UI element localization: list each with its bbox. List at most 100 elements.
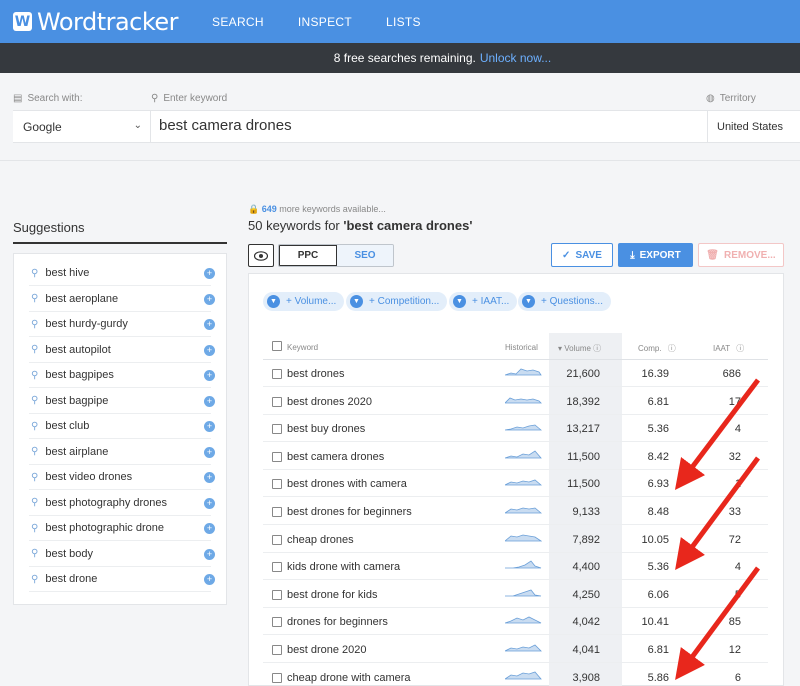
add-icon[interactable]: + [204, 523, 215, 534]
seo-tab[interactable]: SEO [337, 245, 393, 266]
logo-text: Wordtracker [37, 7, 179, 36]
search-icon: ⚲ [31, 318, 39, 330]
table-row[interactable]: best buy drones 13,217 5.36 4 [263, 415, 768, 443]
suggestion-item[interactable]: ⚲ best bagpipe + [29, 389, 215, 414]
engine-select[interactable]: Google ⌄ [13, 111, 151, 142]
col-iaat[interactable]: IAAT ⓘ [713, 343, 744, 354]
ppc-seo-toggle: PPC SEO [278, 244, 394, 267]
table-row[interactable]: best drones 2020 18,392 6.81 17 [263, 388, 768, 415]
suggestion-item[interactable]: ⚲ best drone + [29, 567, 215, 592]
suggestion-item[interactable]: ⚲ best photography drones + [29, 491, 215, 516]
suggestion-item[interactable]: ⚲ best body + [29, 542, 215, 567]
save-button[interactable]: ✓ SAVE [551, 243, 613, 267]
row-checkbox[interactable] [272, 617, 282, 628]
suggestion-item[interactable]: ⚲ best autopilot + [29, 338, 215, 363]
add-icon[interactable]: + [204, 574, 215, 585]
table-row[interactable]: best drones 21,600 16.39 686 [263, 360, 768, 387]
suggestion-item[interactable]: ⚲ best photographic drone + [29, 516, 215, 541]
row-checkbox[interactable] [272, 369, 282, 379]
row-checkbox[interactable] [272, 396, 282, 407]
row-checkbox[interactable] [272, 589, 282, 600]
ppc-tab[interactable]: PPC [279, 245, 337, 266]
keyword-cell[interactable]: drones for beginners [287, 616, 388, 628]
info-icon: ⓘ [593, 344, 602, 353]
more-keywords-note[interactable]: 🔒 649 more keywords available... [248, 204, 386, 215]
volume-cell: 4,250 [572, 588, 600, 601]
historical-sparkline [505, 644, 542, 652]
keyword-cell[interactable]: best drones 2020 [287, 396, 372, 408]
col-historical[interactable]: Historical [505, 343, 538, 352]
territory-select[interactable]: United States [707, 111, 800, 142]
add-icon[interactable]: + [204, 472, 215, 483]
add-icon[interactable]: + [204, 344, 215, 356]
search-icon: ⚲ [31, 267, 39, 279]
col-volume[interactable]: ▾ Volume ⓘ [558, 343, 601, 354]
add-icon[interactable]: + [204, 497, 215, 509]
row-checkbox[interactable] [272, 645, 282, 655]
toggle-visibility-button[interactable] [248, 244, 274, 267]
unlock-link[interactable]: Unlock now... [480, 51, 551, 65]
row-checkbox[interactable] [272, 562, 282, 573]
add-icon[interactable]: + [204, 421, 215, 432]
suggestion-item[interactable]: ⚲ best hive + [29, 261, 215, 286]
table-row[interactable]: best camera drones 11,500 8.42 32 [263, 443, 768, 470]
keyword-cell[interactable]: best drones for beginners [287, 506, 412, 518]
suggestion-label: best hurdy-gurdy [45, 318, 128, 330]
suggestion-item[interactable]: ⚲ best hurdy-gurdy + [29, 312, 215, 337]
keyword-cell[interactable]: cheap drone with camera [287, 672, 411, 684]
historical-sparkline [505, 479, 542, 486]
suggestion-item[interactable]: ⚲ best aeroplane + [29, 287, 215, 312]
table-row[interactable]: cheap drones 7,892 10.05 72 [263, 526, 768, 553]
suggestion-item[interactable]: ⚲ best video drones + [29, 465, 215, 490]
export-button[interactable]: ⤓ EXPORT [618, 243, 693, 267]
select-all-checkbox[interactable] [272, 341, 282, 351]
top-navigation-bar: W Wordtracker SEARCH INSPECT LISTS [0, 0, 800, 43]
add-icon[interactable]: + [204, 548, 215, 560]
suggestion-item[interactable]: ⚲ best airplane + [29, 440, 215, 465]
keyword-input[interactable] [159, 117, 699, 134]
add-icon[interactable]: + [204, 319, 215, 330]
row-checkbox[interactable] [272, 451, 282, 462]
row-checkbox[interactable] [272, 424, 282, 435]
add-icon[interactable]: + [204, 370, 215, 381]
table-row[interactable]: cheap drone with camera 3,908 5.86 6 [263, 664, 768, 686]
add-icon[interactable]: + [204, 268, 215, 279]
keyword-cell[interactable]: best drone 2020 [287, 644, 367, 656]
table-row[interactable]: best drone for kids 4,250 6.06 5 [263, 581, 768, 608]
col-keyword[interactable]: Keyword [287, 343, 318, 352]
add-icon[interactable]: + [204, 395, 215, 407]
row-checkbox[interactable] [272, 479, 282, 490]
add-icon[interactable]: + [204, 446, 215, 458]
wordtracker-logo[interactable]: W Wordtracker [13, 7, 179, 36]
suggestion-item[interactable]: ⚲ best bagpipes + [29, 363, 215, 388]
keyword-cell[interactable]: best drones [287, 368, 344, 380]
nav-search[interactable]: SEARCH [212, 15, 264, 29]
filter-questions[interactable]: ▼ + Questions... [518, 292, 611, 311]
filter-volume[interactable]: ▼ + Volume... [263, 292, 345, 311]
keyword-cell[interactable]: best drones with camera [287, 478, 407, 490]
col-comp[interactable]: Comp. ⓘ [638, 343, 676, 354]
keyword-cell[interactable]: best camera drones [287, 451, 384, 463]
keyword-cell[interactable]: best drone for kids [287, 589, 378, 601]
filter-iaat[interactable]: ▼ + IAAT... [449, 292, 518, 311]
table-row[interactable]: best drone 2020 4,041 6.81 12 [263, 636, 768, 663]
table-row[interactable]: best drones with camera 11,500 6.93 1 [263, 470, 768, 498]
table-row[interactable]: drones for beginners 4,042 10.41 85 [263, 608, 768, 636]
filter-competition[interactable]: ▼ + Competition... [346, 292, 448, 311]
row-checkbox[interactable] [272, 534, 282, 545]
add-icon[interactable]: + [204, 293, 215, 305]
keyword-cell[interactable]: cheap drones [287, 534, 354, 546]
table-row[interactable]: kids drone with camera 4,400 5.36 4 [263, 553, 768, 581]
row-checkbox[interactable] [272, 507, 282, 517]
suggestion-item[interactable]: ⚲ best club + [29, 414, 215, 439]
table-row[interactable]: best drones for beginners 9,133 8.48 33 [263, 498, 768, 525]
remove-button[interactable]: 🗑 REMOVE... [698, 243, 784, 267]
keyword-cell[interactable]: kids drone with camera [287, 561, 400, 573]
suggestion-label: best aeroplane [45, 292, 119, 305]
volume-cell: 11,500 [567, 450, 600, 463]
notice-text: 8 free searches remaining. [333, 51, 476, 65]
row-checkbox[interactable] [272, 672, 282, 683]
keyword-cell[interactable]: best buy drones [287, 423, 365, 435]
nav-lists[interactable]: LISTS [386, 15, 421, 29]
nav-inspect[interactable]: INSPECT [298, 15, 352, 29]
